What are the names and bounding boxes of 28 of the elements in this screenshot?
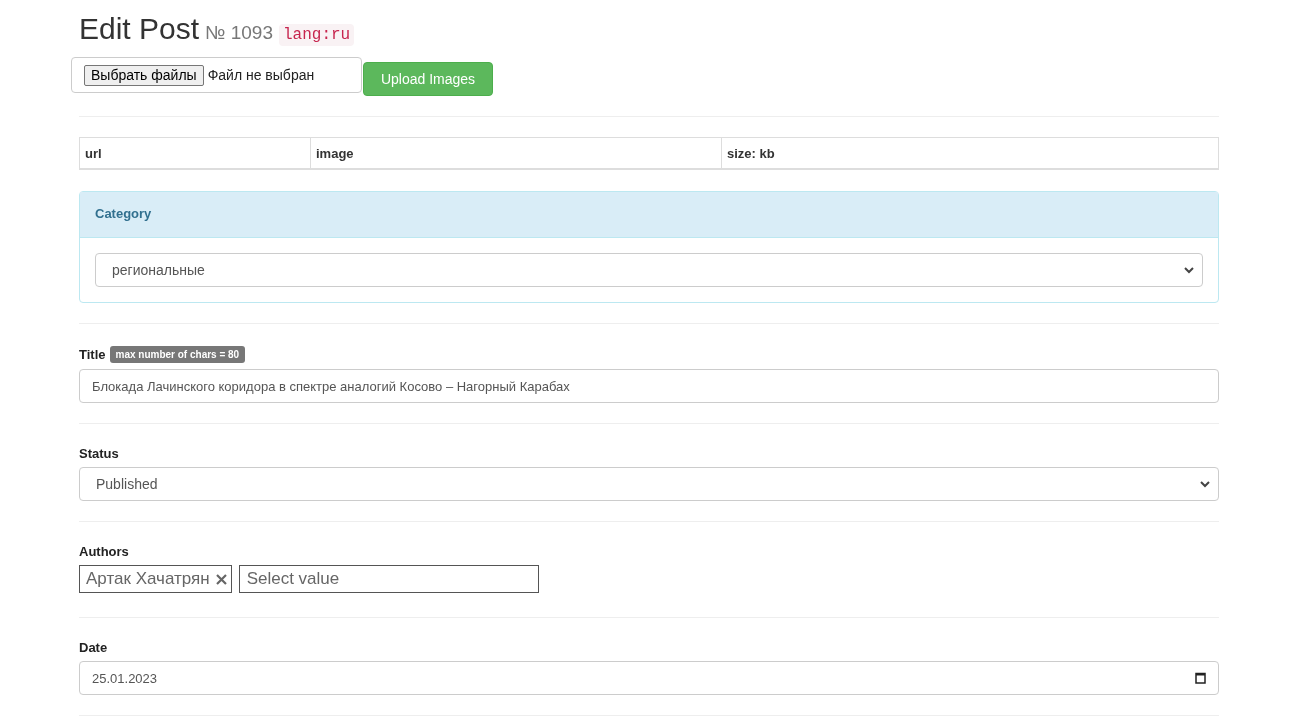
post-number: № 1093	[205, 22, 273, 44]
field-label: Authors	[79, 544, 129, 559]
language-code: lang:ru	[279, 24, 355, 46]
char-limit-badge: max number of chars = 80	[109, 346, 246, 363]
author-search-field[interactable]: Select value	[238, 565, 539, 593]
status-select[interactable]: Published	[79, 467, 1219, 501]
file-status: Файл не выбран	[207, 67, 315, 83]
choose-files-button[interactable]: Выбрать файлы	[84, 64, 204, 86]
remove-icon[interactable]	[215, 573, 227, 585]
calendar-icon[interactable]	[1195, 672, 1206, 684]
column-header: size: kb	[721, 138, 1218, 168]
column-header: image	[310, 138, 721, 168]
author-name: Артак Хачатрян	[86, 569, 210, 589]
page-title: Edit Post	[79, 12, 200, 46]
select-value: региональные	[112, 262, 205, 278]
field-label: Date	[79, 640, 108, 655]
field-label: Status	[79, 446, 119, 461]
category-select[interactable]: региональные	[95, 253, 1203, 287]
date-value: 25.01.2023	[92, 670, 158, 686]
chevron-down-icon	[1200, 480, 1210, 488]
column-header: url	[84, 145, 103, 163]
select-value: Published	[96, 476, 158, 492]
file-input[interactable]: Выбрать файлы Файл не выбран	[71, 57, 362, 93]
title-input[interactable]: Блокада Лачинского коридора в спектре аналогий Косово – Нагорный Карабах	[79, 369, 1219, 403]
chevron-down-icon	[1184, 266, 1194, 274]
panel-heading: Category	[80, 192, 1218, 238]
field-label: Title	[79, 347, 106, 362]
date-input[interactable]: 25.01.2023	[79, 661, 1219, 695]
